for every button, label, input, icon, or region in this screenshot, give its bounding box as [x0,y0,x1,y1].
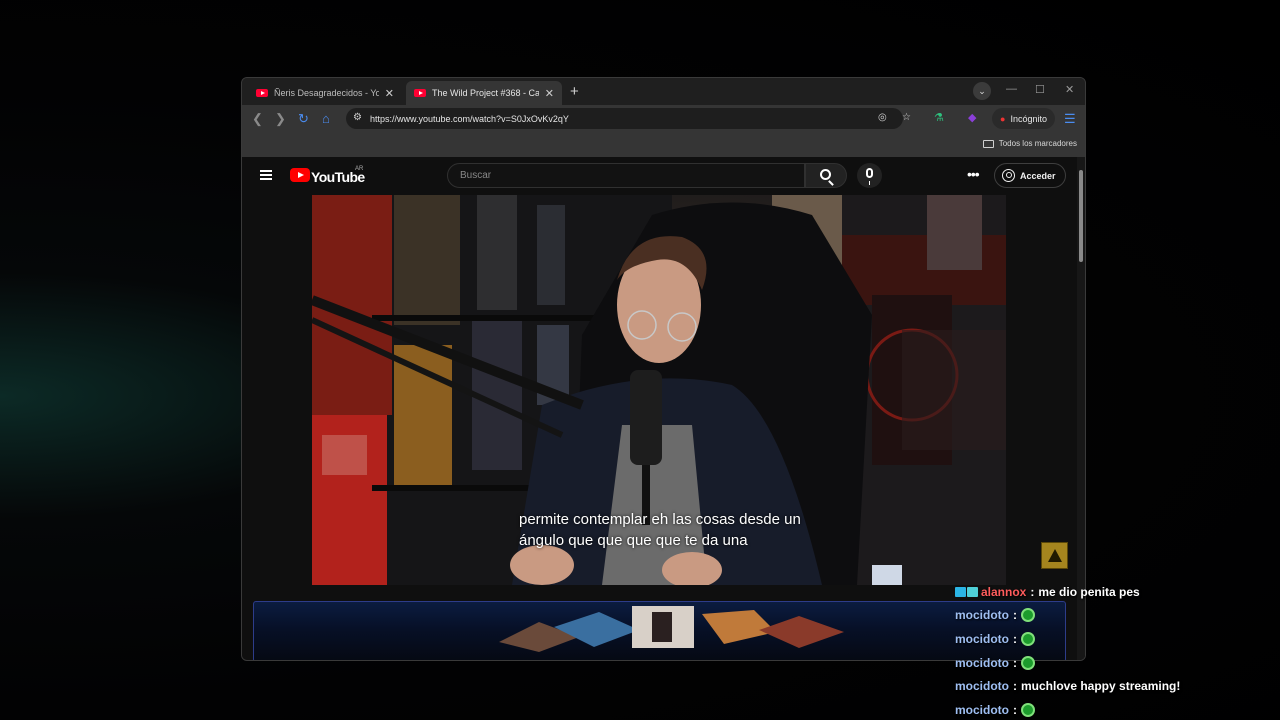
tab-title: The Wild Project #368 - Ca [432,88,539,98]
chat-separator: : [1013,655,1017,670]
chat-username: mocidoto [955,608,1009,623]
incognito-badge[interactable]: ● Incógnito [992,108,1055,129]
chat-badges [955,586,978,597]
more-options-icon[interactable]: ••• [967,166,980,182]
folder-icon [982,139,994,148]
new-tab-button[interactable]: + [570,83,579,100]
forward-arrow-icon[interactable]: ❯ [275,111,286,127]
youtube-favicon-icon [414,89,426,97]
chat-text: muchlove happy streaming! [1021,679,1181,694]
subtitle-line: permite contemplar eh las cosas desde un [519,511,801,528]
youtube-logo-icon[interactable] [290,168,310,182]
chat-separator: : [1030,584,1035,599]
account-icon [1002,169,1015,182]
hamburger-menu-icon[interactable] [260,170,272,180]
chat-message: mocidoto : [955,627,1280,651]
chat-separator: : [1013,608,1017,623]
tab-title: Ñeris Desagradecidos - YouTube [274,88,379,98]
chat-message: mocidoto : muchlove happy streaming! [955,674,1280,698]
chat-username: mocidoto [955,702,1009,717]
microphone-icon [866,168,873,185]
chat-separator: : [1013,679,1017,694]
sub-badge-icon [955,586,966,597]
chevron-down-icon: ⌄ [978,85,986,96]
chat-username: mocidoto [955,631,1009,646]
promo-banner[interactable] [253,601,1066,660]
close-icon[interactable]: ✕ [545,87,554,100]
eye-off-icon[interactable]: ◎ [878,112,887,123]
youtube-favicon-icon [256,89,268,97]
sign-in-label: Acceder [1020,170,1056,181]
search-icon [820,169,831,180]
browser-toolbar: ❮ ❯ ↻ ⌂ ⚙ https://www.youtube.com/watch?… [242,105,1085,132]
stream-chat-overlay: alannox : me dio penita pes mocidoto : m… [955,580,1280,720]
incognito-label: Incógnito [1010,113,1047,124]
reload-icon[interactable]: ↻ [298,111,309,127]
tab-search-button[interactable]: ⌄ [973,82,991,100]
search-input[interactable]: Buscar [447,163,805,188]
window-close-button[interactable]: ✕ [1065,83,1074,96]
bookmark-star-icon[interactable]: ☆ [902,112,911,123]
tab-strip: Ñeris Desagradecidos - YouTube ✕ The Wil… [242,78,1085,105]
search-button[interactable] [805,163,847,188]
site-settings-icon[interactable]: ⚙ [353,112,362,123]
home-icon[interactable]: ⌂ [322,111,330,126]
menu-icon[interactable]: ☰ [1064,111,1076,127]
url-text: https://www.youtube.com/watch?v=S0JxOvKv… [370,113,569,124]
video-player[interactable]: permite contemplar eh las cosas desde un… [312,195,1006,585]
minimize-button[interactable]: — [1006,83,1017,95]
chat-message: mocidoto : [955,698,1280,720]
subtitles: permite contemplar eh las cosas desde un… [519,509,801,551]
chat-username: mocidoto [955,679,1009,694]
chat-message: mocidoto : [955,651,1280,675]
sign-in-button[interactable]: Acceder [994,163,1066,188]
chat-message: alannox : me dio penita pes [955,580,1280,604]
chat-username: alannox [981,584,1027,599]
scrollbar-thumb[interactable] [1079,170,1083,262]
back-arrow-icon[interactable]: ❮ [252,111,263,127]
all-bookmarks-button[interactable]: Todos los marcadores [982,139,1077,148]
country-code: AR [355,166,364,172]
maximize-button[interactable]: ☐ [1035,83,1045,96]
emote-icon [1021,631,1035,646]
youtube-header: YouTube AR Buscar ••• Acceder [242,157,1077,195]
chat-separator: : [1013,631,1017,646]
labs-flask-icon[interactable]: ⚗ [934,111,944,124]
bits-badge-icon [967,586,978,597]
subtitle-line: ángulo que que que que te da una [519,532,748,549]
tab-wild-project[interactable]: The Wild Project #368 - Ca ✕ [406,81,562,105]
chat-message: mocidoto : [955,604,1280,628]
emote-icon [1021,608,1035,623]
bookmarks-bar: Todos los marcadores [242,132,1085,157]
all-bookmarks-label: Todos los marcadores [998,139,1077,148]
emote-icon [1021,655,1035,670]
address-bar[interactable]: ⚙ https://www.youtube.com/watch?v=S0JxOv… [346,108,911,129]
extension-icon[interactable]: ◆ [968,111,976,124]
tab-neris[interactable]: Ñeris Desagradecidos - YouTube ✕ [248,81,402,105]
chat-username: mocidoto [955,655,1009,670]
incognito-icon: ● [1000,113,1006,124]
banner-thumbnails [499,606,844,652]
stream-logo-icon [1041,542,1068,569]
chat-text: me dio penita pes [1038,584,1140,599]
voice-search-button[interactable] [857,163,882,188]
browser-window: Ñeris Desagradecidos - YouTube ✕ The Wil… [241,77,1086,661]
emote-icon [1021,702,1035,717]
chat-separator: : [1013,702,1017,717]
close-icon[interactable]: ✕ [385,87,394,100]
